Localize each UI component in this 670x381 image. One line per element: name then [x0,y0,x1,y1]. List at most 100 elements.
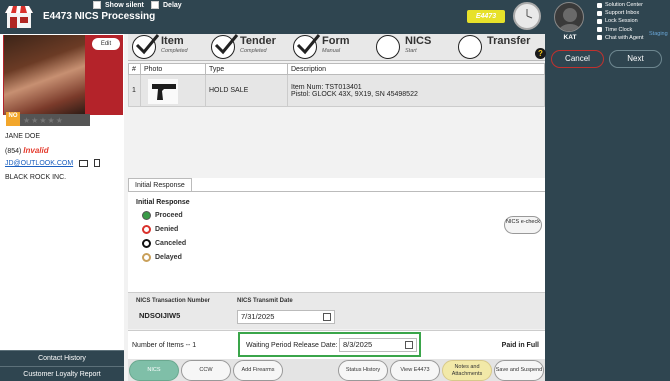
status-history-button[interactable]: Status History [338,360,388,381]
clock-icon [513,2,541,30]
items-table: # Photo Type Description 1 HOLD SALE Ite… [128,63,545,107]
checkbox-box[interactable] [93,1,101,9]
support-inbox-link[interactable]: Support Inbox [597,9,644,17]
txn-date-field[interactable]: 7/31/2025 [237,310,335,324]
waiting-date-field[interactable]: 8/3/2025 [339,338,417,352]
contact-history-button[interactable]: Contact History [0,350,124,366]
step-tender[interactable]: Tender Completed [211,34,276,61]
check-icon [132,34,160,59]
response-title: Initial Response [136,199,190,206]
col-description: Description [287,63,545,75]
customer-name: JANE DOE [5,133,41,140]
trash-icon[interactable] [94,159,101,167]
solution-center-link[interactable]: Solution Center [597,1,644,9]
tab-divider [128,191,545,192]
customer-panel: Edit NO ★★★★★ JANE DOE (854) Invalid JD@… [0,34,124,381]
txn-number-label: NICS Transaction Number [136,298,211,304]
number-of-items: Number of Items -- 1 [132,342,197,349]
nics-echeck-button[interactable]: NICS e-check [504,216,542,234]
customer-portrait [4,35,85,115]
customer-email[interactable]: JD@OUTLOOK.COM [5,160,73,167]
save-suspend-button[interactable]: Save and Suspend [494,360,544,381]
chat-icon [597,35,602,41]
edit-customer-button[interactable]: Edit [92,38,120,50]
user-avatar[interactable] [554,2,584,32]
checkbox-box[interactable] [151,1,159,9]
customer-company: BLACK ROCK INC. [5,174,67,181]
view-e4473-button[interactable]: View E4473 [390,360,440,381]
help-icon[interactable]: ? [535,48,546,59]
radio-delayed[interactable]: Delayed [142,253,182,262]
mail-icon[interactable] [79,159,89,167]
row-type: HOLD SALE [205,74,288,107]
row-num: 1 [128,74,141,107]
bottom-toolbar: NICS CCW Add Firearms Status History Vie… [128,359,545,381]
show-silent-checkbox[interactable]: Show silent [93,1,144,9]
e4473-badge: E4473 [467,10,505,23]
check-icon [211,34,239,59]
radio-icon[interactable] [142,225,151,234]
txn-date-label: NICS Transmit Date [237,298,293,304]
tab-initial-response[interactable]: Initial Response [128,178,192,192]
main-content: Item Completed Tender Completed Form Manual… [124,34,546,381]
add-firearms-button[interactable]: Add Firearms [233,360,283,381]
table-row[interactable]: 1 HOLD SALE Item Num: TST013401 Pistol: … [128,74,545,107]
cancel-button[interactable]: Cancel [551,50,604,68]
delay-checkbox[interactable]: Delay [151,1,182,9]
no-badge: NO [6,112,20,126]
clock-icon [597,27,602,33]
chat-agent-link[interactable]: Chat with Agent [597,34,644,42]
customer-email-row: JD@OUTLOOK.COM [5,159,101,167]
customer-rating: NO ★★★★★ [6,112,90,126]
radio-icon[interactable] [142,239,151,248]
delay-label: Delay [163,1,182,9]
lock-session-link[interactable]: Lock Session [597,17,644,25]
next-button[interactable]: Next [609,50,662,68]
step-nics[interactable]: NICS Start [376,34,431,61]
row-description: Item Num: TST013401 Pistol: GLOCK 43X, 9… [287,74,545,107]
step-item[interactable]: Item Completed [132,34,188,61]
initial-response-panel: Initial Response Initial Response Procee… [128,178,545,292]
show-silent-label: Show silent [105,1,144,9]
notes-attachments-button[interactable]: Notes and Attachments [442,360,492,381]
table-header: # Photo Type Description [128,63,545,75]
header-bar: E4473 NICS Processing Show silent Delay … [0,0,545,34]
lock-icon [597,19,602,24]
col-type: Type [205,63,288,75]
link-icon [597,2,602,8]
txn-number-value: NDSOIJIW5 [139,311,181,320]
col-photo: Photo [140,63,206,75]
radio-denied[interactable]: Denied [142,225,178,234]
row-photo [140,74,206,107]
time-clock-link[interactable]: Time Clock [597,26,644,34]
check-icon [293,34,321,59]
page-title: E4473 NICS Processing [43,11,156,22]
pistol-icon [144,78,182,104]
inbox-icon [597,10,602,16]
empty-circle-icon [458,35,482,59]
empty-circle-icon [376,35,400,59]
staging-label: Staging [649,31,668,37]
col-num: # [128,63,141,75]
step-form[interactable]: Form Manual [293,34,350,61]
loyalty-report-button[interactable]: Customer Loyalty Report [0,366,124,381]
phone-invalid-label: Invalid [23,146,49,155]
transaction-panel: NICS Transaction Number NDSOIJIW5 NICS T… [128,292,545,329]
rating-stars: ★★★★★ [23,115,64,125]
calendar-icon[interactable] [405,341,413,349]
customer-phone-row: (854) Invalid [5,146,49,155]
step-transfer[interactable]: Transfer [458,34,530,61]
store-icon [5,4,33,30]
radio-icon[interactable] [142,211,151,220]
ccw-button[interactable]: CCW [181,360,231,381]
calendar-icon[interactable] [323,313,331,321]
summary-row: Number of Items -- 1 Waiting Period Rele… [128,330,545,360]
nics-button[interactable]: NICS [129,360,179,381]
radio-icon[interactable] [142,253,151,262]
help-links: Solution Center Support Inbox Lock Sessi… [597,1,644,42]
radio-proceed[interactable]: Proceed [142,211,183,220]
waiting-period-box: Waiting Period Release Date: 8/3/2025 [238,332,421,357]
paid-status: Paid in Full [501,342,539,349]
radio-canceled[interactable]: Canceled [142,239,186,248]
customer-phone: (854) [5,148,22,155]
